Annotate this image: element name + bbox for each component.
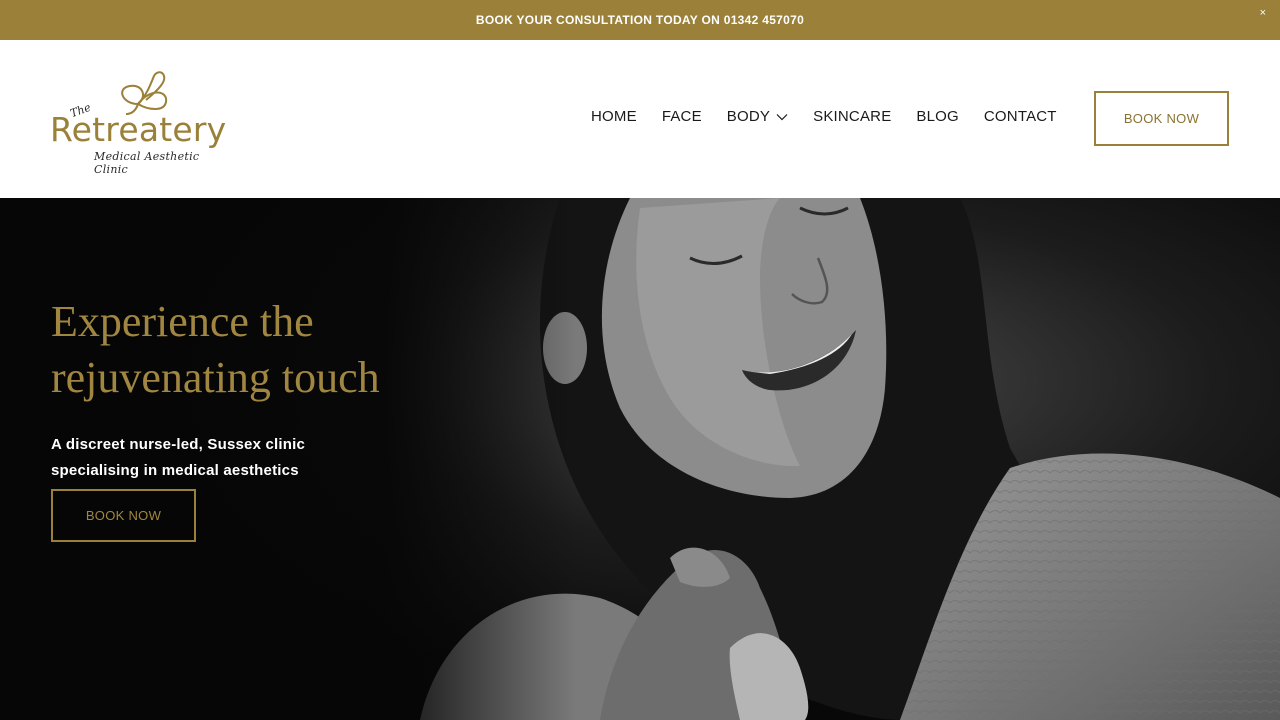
nav-item-label: CONTACT: [983, 108, 1057, 125]
nav-item-label: FACE: [661, 108, 702, 125]
logo-subtitle: Medical Aesthetic Clinic: [94, 150, 200, 176]
hero-section: Experience the rejuvenating touch A disc…: [0, 198, 1280, 720]
header-book-now-button[interactable]: BOOK NOW: [1094, 91, 1229, 146]
announcement-bar: BOOK YOUR CONSULTATION TODAY ON 01342 45…: [0, 0, 1280, 40]
hero-title-line-2: rejuvenating touch: [51, 353, 380, 402]
chevron-down-icon[interactable]: [776, 108, 788, 125]
nav-item-home[interactable]: HOME: [591, 108, 637, 125]
announcement-text: BOOK YOUR CONSULTATION TODAY ON 01342 45…: [475, 13, 805, 27]
nav-item-label: BODY: [726, 108, 771, 125]
site-header: The Retreatery Medical Aesthetic Clinic …: [0, 40, 1280, 198]
nav-item-label: BLOG: [916, 108, 959, 125]
close-icon[interactable]: ×: [1260, 8, 1266, 19]
hero-title: Experience the rejuvenating touch: [51, 294, 471, 406]
nav-item-face[interactable]: FACE: [662, 108, 702, 125]
nav-item-label: SKINCARE: [813, 108, 892, 125]
logo-name-text: Retreatery: [50, 110, 227, 149]
logo[interactable]: The Retreatery Medical Aesthetic Clinic: [50, 66, 226, 176]
hero-title-line-1: Experience the: [51, 297, 314, 346]
hero-subtitle-line-1: A discreet nurse-led, Sussex clinic: [51, 436, 306, 453]
nav-item-skincare[interactable]: SKINCARE: [813, 108, 891, 125]
main-nav: HOME FACE BODY SKINCARE BLOG CONTACT: [591, 108, 1057, 125]
nav-item-blog[interactable]: BLOG: [916, 108, 958, 125]
hero-book-now-button[interactable]: BOOK NOW: [51, 489, 196, 542]
hero-subtitle: A discreet nurse-led, Sussex clinic spec…: [51, 432, 351, 484]
nav-item-contact[interactable]: CONTACT: [984, 108, 1057, 125]
nav-item-label: HOME: [591, 108, 637, 125]
nav-item-body[interactable]: BODY: [727, 108, 788, 125]
hero-subtitle-line-2: specialising in medical aesthetics: [51, 462, 299, 479]
